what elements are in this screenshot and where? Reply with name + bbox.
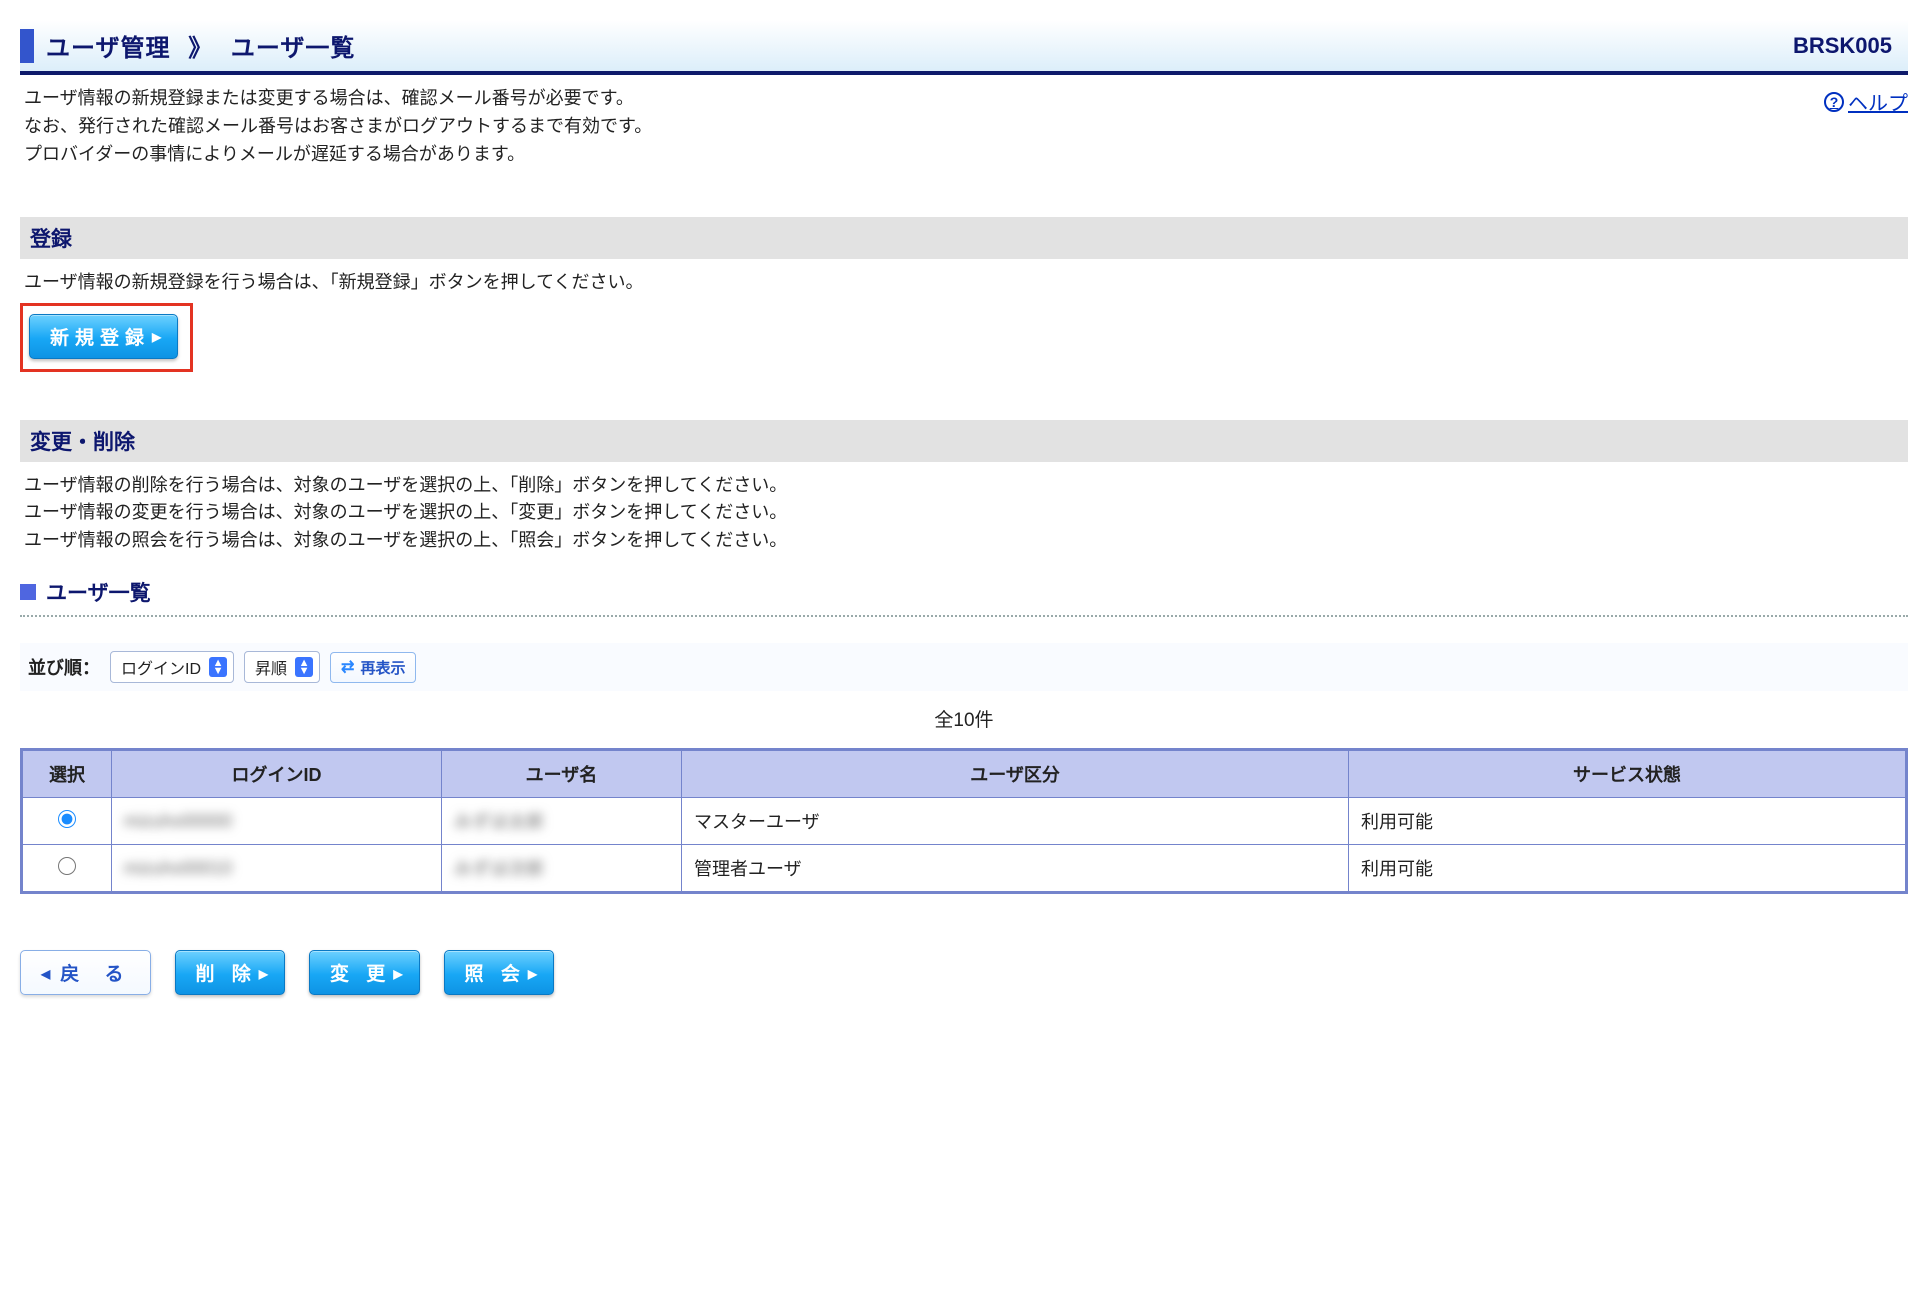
th-username: ユーザ名 — [442, 750, 682, 798]
back-button[interactable]: 戻 る — [20, 950, 151, 995]
title-separator: 》 — [188, 35, 213, 62]
arrow-right-icon — [263, 962, 268, 984]
cell-usertype: 管理者ユーザ — [682, 845, 1349, 893]
sort-field-select[interactable]: ログインID ▲▼ — [110, 651, 234, 683]
sort-order-value: 昇順 — [255, 655, 287, 679]
cell-loginid: mizuho00010 — [124, 858, 232, 878]
row-select-radio[interactable] — [58, 810, 76, 828]
back-label: 戻 る — [60, 959, 133, 986]
new-register-label: 新規登録 — [50, 323, 150, 350]
title-main: ユーザ管理 — [46, 35, 171, 62]
intro-line-3: プロバイダーの事情によりメールが遅延する場合があります。 — [24, 141, 1820, 169]
square-bullet-icon — [20, 584, 36, 600]
page-title: ユーザ管理 》 ユーザ一覧 — [46, 28, 355, 63]
arrow-right-icon — [532, 962, 537, 984]
dropdown-icon: ▲▼ — [209, 657, 227, 677]
sort-field-value: ログインID — [121, 655, 201, 679]
cell-username: みずほ次郎 — [454, 859, 544, 879]
section-modify-heading: 変更・削除 — [20, 420, 1908, 462]
cell-status: 利用可能 — [1349, 798, 1907, 845]
th-select: 選択 — [22, 750, 112, 798]
cell-username: みずほ太郎 — [454, 812, 544, 832]
new-register-highlight: 新規登録 — [20, 303, 193, 372]
help-link[interactable]: ? ヘルプ — [1824, 87, 1908, 116]
table-row: mizuho00010 みずほ次郎 管理者ユーザ 利用可能 — [22, 845, 1907, 893]
cell-loginid: mizuho00000 — [124, 811, 232, 831]
section-register-heading: 登録 — [20, 217, 1908, 259]
row-select-radio[interactable] — [58, 857, 76, 875]
intro-line-2: なお、発行された確認メール番号はお客さまがログアウトするまで有効です。 — [24, 113, 1820, 141]
help-icon: ? — [1824, 92, 1844, 112]
dropdown-icon: ▲▼ — [295, 657, 313, 677]
delete-label: 削 除 — [196, 959, 257, 986]
section-register-desc: ユーザ情報の新規登録を行う場合は、「新規登録」ボタンを押してください。 — [20, 259, 1908, 297]
sort-order-select[interactable]: 昇順 ▲▼ — [244, 651, 320, 683]
sort-label: 並び順： — [28, 654, 100, 680]
arrow-right-icon — [397, 962, 402, 984]
refresh-button[interactable]: ⇄ 再表示 — [330, 652, 416, 683]
intro-text: ユーザ情報の新規登録または変更する場合は、確認メール番号が必要です。 なお、発行… — [20, 75, 1824, 169]
help-label: ヘルプ — [1848, 87, 1908, 116]
user-list-subheading: ユーザ一覧 — [20, 573, 1908, 617]
page-title-bar: ユーザ管理 》 ユーザ一覧 BRSK005 — [20, 20, 1908, 75]
th-loginid: ログインID — [112, 750, 442, 798]
modify-line-3: ユーザ情報の照会を行う場合は、対象のユーザを選択の上、「照会」ボタンを押してくだ… — [24, 527, 1904, 555]
user-table: 選択 ログインID ユーザ名 ユーザ区分 サービス状態 mizuho00000 … — [20, 748, 1908, 894]
arrow-left-icon — [41, 962, 54, 984]
modify-line-1: ユーザ情報の削除を行う場合は、対象のユーザを選択の上、「削除」ボタンを押してくだ… — [24, 472, 1904, 500]
user-list-label: ユーザ一覧 — [46, 577, 151, 607]
refresh-label: 再表示 — [360, 657, 405, 678]
screen-code: BRSK005 — [1793, 33, 1898, 59]
th-usertype: ユーザ区分 — [682, 750, 1349, 798]
change-label: 変 更 — [330, 959, 391, 986]
total-count: 全10件 — [20, 705, 1908, 732]
title-accent — [20, 29, 34, 63]
delete-button[interactable]: 削 除 — [175, 950, 286, 995]
arrow-right-icon — [156, 325, 161, 347]
refresh-icon: ⇄ — [341, 657, 354, 677]
sort-bar: 並び順： ログインID ▲▼ 昇順 ▲▼ ⇄ 再表示 — [20, 643, 1908, 691]
table-row: mizuho00000 みずほ太郎 マスターユーザ 利用可能 — [22, 798, 1907, 845]
th-status: サービス状態 — [1349, 750, 1907, 798]
new-register-button[interactable]: 新規登録 — [29, 314, 178, 359]
cell-status: 利用可能 — [1349, 845, 1907, 893]
change-button[interactable]: 変 更 — [309, 950, 420, 995]
inquire-button[interactable]: 照 会 — [444, 950, 555, 995]
title-sub: ユーザ一覧 — [231, 35, 356, 62]
inquire-label: 照 会 — [465, 959, 526, 986]
cell-usertype: マスターユーザ — [682, 798, 1349, 845]
intro-line-1: ユーザ情報の新規登録または変更する場合は、確認メール番号が必要です。 — [24, 85, 1820, 113]
modify-line-2: ユーザ情報の変更を行う場合は、対象のユーザを選択の上、「変更」ボタンを押してくだ… — [24, 499, 1904, 527]
